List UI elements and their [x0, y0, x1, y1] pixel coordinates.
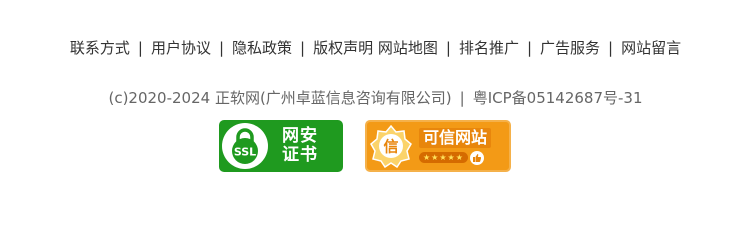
ssl-certificate-badge[interactable]: SSL 网安 证书: [219, 120, 343, 172]
link-ranking-promotion[interactable]: 排名推广: [459, 39, 519, 57]
link-separator: |: [526, 39, 533, 57]
trust-emblem-text: 信: [383, 138, 398, 156]
link-feedback[interactable]: 网站留言: [621, 39, 681, 57]
link-separator: |: [608, 39, 614, 57]
trust-badge-title: 可信网站: [419, 127, 492, 148]
link-separator: |: [218, 39, 225, 57]
icp-link[interactable]: 粤ICP备05142687号-31: [473, 89, 643, 107]
trusted-website-badge[interactable]: 信 可信网站 ★★★★★: [365, 120, 511, 172]
copyright-text: (c)2020-2024 正软网(广州卓蓝信息咨询有限公司): [108, 89, 452, 107]
copyright-separator: |: [459, 89, 465, 107]
link-separator: |: [300, 39, 306, 57]
footer-links: 联系方式 | 用户协议 | 隐私政策 | 版权声明 网站地图 | 排名推广 | 广告服务 | 网站留言: [0, 38, 751, 58]
link-separator: |: [137, 39, 143, 57]
link-user-agreement[interactable]: 用户协议: [151, 39, 211, 57]
link-privacy-policy[interactable]: 隐私政策: [232, 39, 292, 57]
ssl-emblem-text: SSL: [234, 146, 256, 159]
ssl-badge-line1: 网安: [282, 126, 318, 146]
copyright-line: (c)2020-2024 正软网(广州卓蓝信息咨询有限公司) | 粤ICP备0514…: [0, 88, 751, 108]
ssl-badge-label: 网安 证书: [282, 127, 318, 165]
trust-badge-content: 可信网站 ★★★★★: [419, 127, 492, 165]
ssl-badge-line2: 证书: [282, 145, 318, 165]
trust-rating: ★★★★★: [419, 150, 484, 165]
link-contact[interactable]: 联系方式: [70, 39, 130, 57]
link-copyright-sitemap[interactable]: 版权声明 网站地图: [313, 39, 438, 57]
link-ad-services[interactable]: 广告服务: [540, 39, 600, 57]
star-rating: ★★★★★: [419, 152, 468, 163]
trust-shield-icon: 信: [369, 124, 413, 168]
link-separator: |: [445, 39, 451, 57]
thumbs-up-icon: [469, 150, 484, 165]
ssl-lock-icon: SSL: [222, 123, 268, 169]
